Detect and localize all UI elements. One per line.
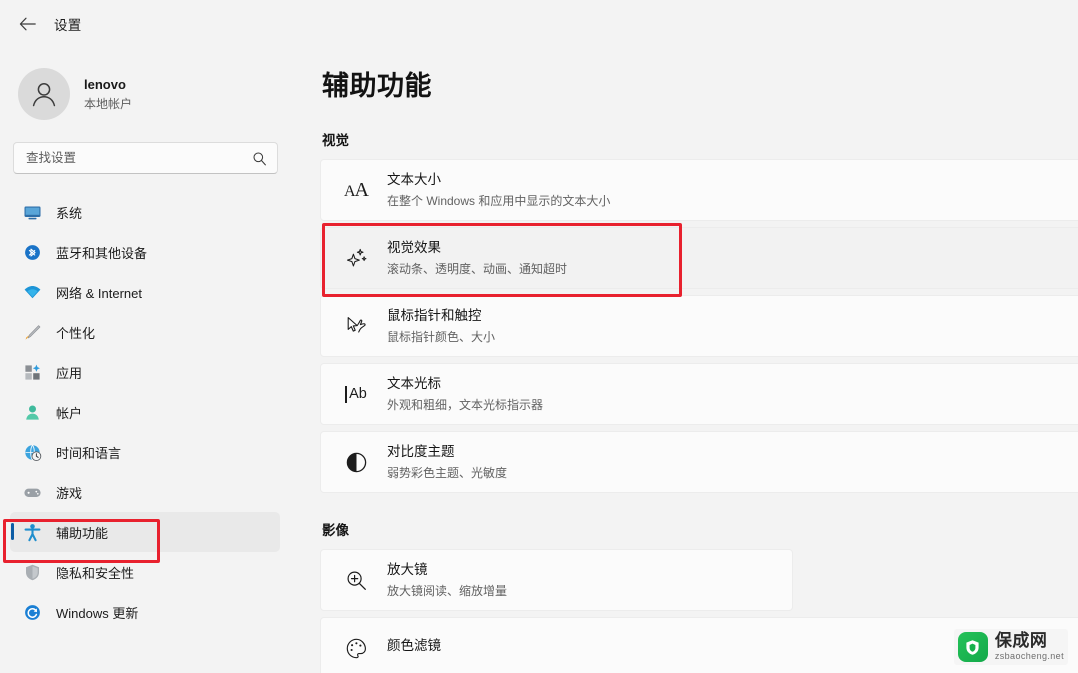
sidebar-item-label: 游戏 [56,485,83,501]
setting-row-contrast-themes[interactable]: 对比度主题 弱势彩色主题、光敏度 [320,431,1078,493]
watermark-brand: 保成网 [994,631,1048,651]
vision-card-list: AA 文本大小 在整个 Windows 和应用中显示的文本大小 视觉效果 滚动条… [300,159,1078,493]
gamepad-icon [22,482,42,502]
setting-row-text: 视觉效果 滚动条、透明度、动画、通知超时 [387,239,567,278]
person-icon [22,402,42,422]
window-title: 设置 [54,18,82,33]
search-input[interactable] [26,151,252,165]
watermark-domain: zsbaocheng.net [994,651,1064,662]
sidebar-item-gaming[interactable]: 游戏 [10,472,280,512]
setting-row-subtitle: 在整个 Windows 和应用中显示的文本大小 [387,193,611,208]
sidebar-item-label: 系统 [56,205,83,221]
setting-row-title: 鼠标指针和触控 [387,307,482,323]
setting-row-title: 放大镜 [387,561,428,577]
monitor-icon [22,202,42,222]
sidebar-item-label: 蓝牙和其他设备 [56,245,148,261]
sidebar-item-label: 帐户 [56,405,83,421]
sidebar-item-privacy-security[interactable]: 隐私和安全性 [10,552,280,592]
sidebar-item-personalization[interactable]: 个性化 [10,312,280,352]
sidebar-item-accessibility[interactable]: 辅助功能 [10,512,280,552]
text-size-aa-icon: AA [343,178,369,201]
sidebar-item-bluetooth[interactable]: 蓝牙和其他设备 [10,232,280,272]
clock-globe-icon [22,442,42,462]
setting-row-text-cursor[interactable]: Ab 文本光标 外观和粗细，文本光标指示器 [320,363,1078,425]
sidebar-item-time-language[interactable]: 时间和语言 [10,432,280,472]
magnifier-plus-icon [339,569,373,592]
avatar [18,68,70,120]
watermark-text: 保成网 zsbaocheng.net [995,632,1064,661]
setting-row-text: 对比度主题 弱势彩色主题、光敏度 [387,443,507,482]
mouse-pointer-touch-icon [339,314,373,338]
setting-row-title: 对比度主题 [387,443,455,459]
sparkle-icon [339,246,373,270]
sidebar-nav: 系统 蓝牙和其他设备 网络 & Internet 个性化 应用 帐户 时间和语言… [0,192,300,632]
setting-row-magnifier[interactable]: 放大镜 放大镜阅读、缩放增量 [320,549,793,611]
setting-row-visual-effects[interactable]: 视觉效果 滚动条、透明度、动画、通知超时 [320,227,1078,289]
shield-icon [22,562,42,582]
setting-row-title: 文本光标 [387,375,441,391]
sidebar-item-label: 时间和语言 [56,445,122,461]
contrast-circle-icon [339,451,373,474]
sidebar-item-label: 网络 & Internet [56,285,142,301]
sidebar-item-label: 个性化 [56,325,96,341]
setting-row-text: 文本光标 外观和粗细，文本光标指示器 [387,375,543,414]
windows-update-icon [22,602,42,622]
account-text: lenovo 本地帐户 [84,76,132,112]
title-bar: 设置 [0,0,1078,48]
setting-row-subtitle: 弱势彩色主题、光敏度 [387,465,508,480]
setting-row-mouse-pointer-touch[interactable]: 鼠标指针和触控 鼠标指针颜色、大小 [320,295,1078,357]
section-heading-vision: 视觉 [322,133,349,148]
account-type: 本地帐户 [84,96,133,111]
setting-row-text: 文本大小 在整个 Windows 和应用中显示的文本大小 [387,171,610,210]
bluetooth-icon [22,242,42,262]
section-heading-imaging: 影像 [322,523,349,538]
sidebar-item-network[interactable]: 网络 & Internet [10,272,280,312]
apps-grid-icon [22,362,42,382]
sidebar-item-label: Windows 更新 [56,605,139,621]
paintbrush-icon [22,322,42,342]
color-filter-palette-icon [339,637,373,660]
account-name: lenovo [84,77,126,93]
setting-row-subtitle: 鼠标指针颜色、大小 [387,329,496,344]
sidebar-item-label: 应用 [56,365,83,381]
accessibility-person-icon [22,522,42,542]
setting-row-subtitle: 放大镜阅读、缩放增量 [387,583,508,598]
setting-row-subtitle: 外观和粗细，文本光标指示器 [387,397,544,412]
sidebar-item-label: 隐私和安全性 [56,565,135,581]
wifi-icon [22,282,42,302]
main-content: 辅助功能 视觉 AA 文本大小 在整个 Windows 和应用中显示的文本大小 [300,48,1078,673]
account-card[interactable]: lenovo 本地帐户 [0,48,300,126]
setting-row-title: 视觉效果 [387,239,441,255]
setting-row-text: 颜色滤镜 [387,637,441,659]
setting-row-title: 颜色滤镜 [387,638,441,654]
setting-row-text-size[interactable]: AA 文本大小 在整个 Windows 和应用中显示的文本大小 [320,159,1078,221]
sidebar: lenovo 本地帐户 查找设置 系统 蓝牙和其他设备 网络 & Interne… [0,48,300,673]
sidebar-item-accounts[interactable]: 帐户 [10,392,280,432]
text-cursor-ab-icon: Ab [339,385,373,403]
sidebar-item-windows-update[interactable]: Windows 更新 [10,592,280,632]
search-box[interactable] [13,142,278,174]
setting-row-text: 鼠标指针和触控 鼠标指针颜色、大小 [387,307,495,346]
back-button[interactable] [12,9,42,39]
setting-row-text: 放大镜 放大镜阅读、缩放增量 [387,561,507,600]
page-title: 辅助功能 [322,71,432,101]
sidebar-item-apps[interactable]: 应用 [10,352,280,392]
setting-row-subtitle: 滚动条、透明度、动画、通知超时 [387,261,568,276]
sidebar-item-label: 辅助功能 [56,525,109,541]
settings-window: 设置 lenovo 本地帐户 查找设置 系统 蓝牙和其他设备 网络 & Inte… [0,0,1078,673]
setting-row-title: 文本大小 [387,171,441,187]
sidebar-item-system[interactable]: 系统 [10,192,280,232]
search-icon [252,151,267,166]
shield-logo-icon [957,632,988,662]
watermark: 保成网 zsbaocheng.net [953,629,1068,665]
